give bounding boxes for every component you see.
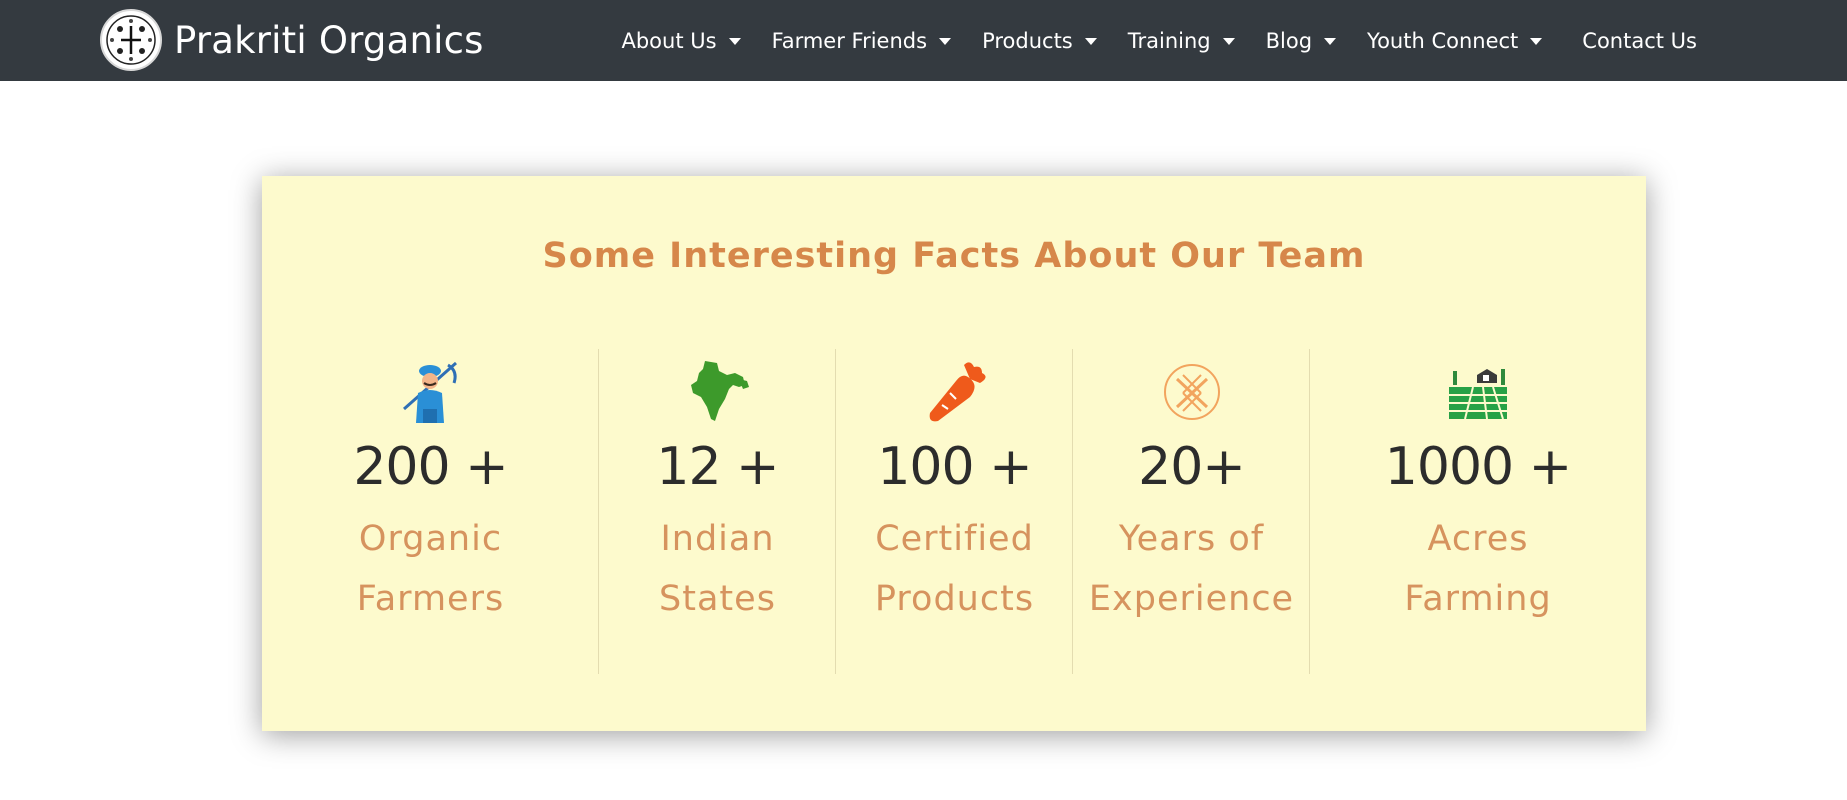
fact-number: 12 + — [656, 437, 779, 497]
facts-card: Some Interesting Facts About Our Team 20… — [262, 176, 1646, 731]
caret-down-icon — [1324, 38, 1337, 45]
nav-contact-us[interactable]: Contact Us — [1582, 29, 1697, 53]
nav-label: Training — [1127, 28, 1211, 53]
fact-label-line: Years of — [1118, 519, 1265, 559]
brand-logo-icon — [100, 9, 162, 71]
fact-label-line: Organic — [358, 519, 503, 559]
brand-link[interactable]: Prakriti Organics — [100, 8, 484, 72]
fact-label: Organic Farmers — [357, 509, 504, 629]
carrot-icon — [920, 357, 990, 427]
india-map-icon — [683, 357, 753, 427]
fact-number: 200 + — [353, 437, 508, 497]
brand-name: Prakriti Organics — [174, 18, 484, 62]
fact-label: Certified Products — [875, 509, 1034, 629]
caret-down-icon — [728, 38, 741, 45]
farm-field-icon — [1443, 357, 1513, 427]
caret-down-icon — [1084, 38, 1097, 45]
nav-products[interactable]: Products — [982, 29, 1097, 53]
nav-blog[interactable]: Blog — [1265, 28, 1337, 53]
fact-label-line: States — [659, 579, 776, 619]
fact-label: Indian States — [659, 509, 776, 629]
caret-down-icon — [1530, 38, 1543, 45]
nav-label: Youth Connect — [1367, 28, 1519, 53]
fact-label-line: Products — [874, 579, 1035, 619]
fact-label: Acres Farming — [1404, 509, 1551, 629]
nav-training[interactable]: Training — [1128, 29, 1235, 53]
fact-label: Years of Experience — [1089, 509, 1294, 629]
nav-label: Products — [982, 28, 1073, 53]
nav-label: Blog — [1265, 28, 1313, 53]
experience-badge-icon — [1157, 357, 1227, 427]
nav-label: Contact Us — [1582, 28, 1697, 53]
fact-certified-products: 100 + Certified Products — [836, 349, 1073, 674]
fact-years-experience: 20+ Years of Experience — [1073, 349, 1310, 674]
nav-label: Farmer Friends — [771, 28, 928, 53]
nav-about-us[interactable]: About Us — [621, 28, 741, 53]
facts-row: 200 + Organic Farmers 12 + Indian States — [262, 349, 1646, 674]
fact-label-line: Indian — [660, 519, 775, 559]
nav-menu: About Us Farmer Friends Products Trainin… — [590, 0, 1697, 81]
top-navbar: Prakriti Organics About Us Farmer Friend… — [0, 0, 1847, 81]
fact-label-line: Experience — [1088, 579, 1295, 619]
fact-label-line: Certified — [875, 519, 1034, 559]
farmer-icon — [396, 357, 466, 427]
fact-number: 100 + — [877, 437, 1032, 497]
caret-down-icon — [939, 38, 952, 45]
fact-number: 20+ — [1138, 437, 1246, 497]
nav-farmer-friends[interactable]: Farmer Friends — [772, 29, 952, 53]
fact-indian-states: 12 + Indian States — [599, 349, 836, 674]
caret-down-icon — [1222, 38, 1235, 45]
fact-organic-farmers: 200 + Organic Farmers — [262, 349, 599, 674]
fact-acres-farming: 1000 + Acres Farming — [1310, 349, 1646, 674]
fact-label-line: Acres — [1427, 519, 1529, 559]
fact-number: 1000 + — [1384, 437, 1572, 497]
fact-label-line: Farming — [1404, 579, 1552, 619]
facts-title: Some Interesting Facts About Our Team — [542, 236, 1366, 276]
nav-youth-connect[interactable]: Youth Connect — [1367, 28, 1543, 53]
nav-label: About Us — [621, 28, 717, 53]
fact-label-line: Farmers — [356, 579, 505, 619]
